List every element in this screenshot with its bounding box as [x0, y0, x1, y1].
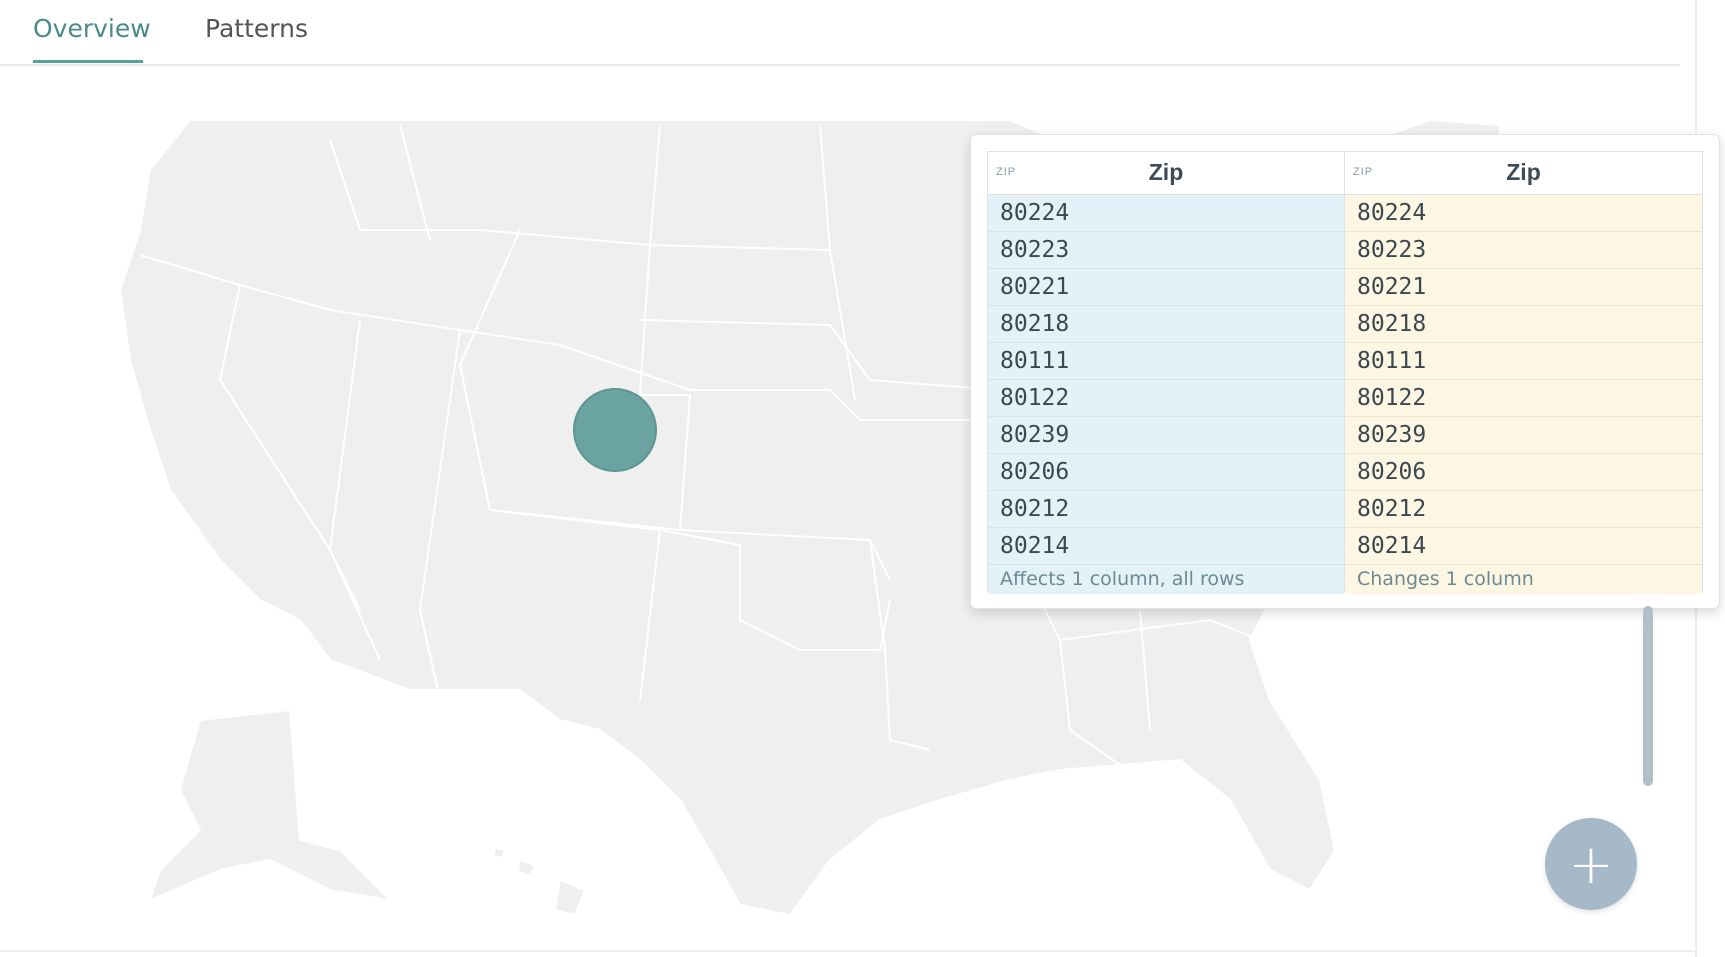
- table-row: 80224: [1345, 195, 1702, 232]
- table-row: 80221: [1345, 269, 1702, 306]
- hawaii-island-3: [492, 847, 506, 859]
- table-row: 80212: [1345, 491, 1702, 528]
- table-row: 80122: [1345, 380, 1702, 417]
- scrollbar[interactable]: [1643, 606, 1653, 786]
- table-row: 80212: [988, 491, 1344, 528]
- table-row: 80111: [988, 343, 1344, 380]
- column-title: Zip: [1148, 159, 1184, 185]
- hawaii-island-2: [517, 859, 536, 876]
- table-row: 80206: [988, 454, 1344, 491]
- after-column: ZIP Zip 80224 80223 80221 80218 80111 80122 80…: [1345, 152, 1702, 594]
- table-row: 80214: [1345, 528, 1702, 565]
- hawaii-island: [554, 879, 586, 916]
- table-row: 80224: [988, 195, 1344, 232]
- table-row: 80239: [1345, 417, 1702, 454]
- table-row: 80218: [988, 306, 1344, 343]
- column-title: Zip: [1506, 159, 1541, 185]
- table-row: 80223: [1345, 232, 1702, 269]
- table-row: 80218: [1345, 306, 1702, 343]
- location-marker[interactable]: [573, 388, 657, 472]
- after-footer: Changes 1 column: [1345, 565, 1702, 594]
- plus-icon: +: [1568, 832, 1614, 896]
- table-row: 80239: [988, 417, 1344, 454]
- preview-grid: ZIP Zip 80224 80223 80221 80218 80111 80122 80…: [987, 151, 1703, 594]
- add-button[interactable]: +: [1545, 818, 1637, 910]
- table-row: 80221: [988, 269, 1344, 306]
- table-row: 80111: [1345, 343, 1702, 380]
- table-row: 80206: [1345, 454, 1702, 491]
- before-footer: Affects 1 column, all rows: [988, 565, 1344, 594]
- before-column: ZIP Zip 80224 80223 80221 80218 80111 80122 80…: [988, 152, 1345, 594]
- after-column-header: ZIP Zip: [1345, 152, 1702, 195]
- table-row: 80214: [988, 528, 1344, 565]
- alaska-landmass: [149, 709, 391, 901]
- before-column-header: ZIP Zip: [988, 152, 1344, 195]
- table-row: 80223: [988, 232, 1344, 269]
- before-rows: 80224 80223 80221 80218 80111 80122 80239 80206…: [988, 195, 1344, 565]
- table-row: 80122: [988, 380, 1344, 417]
- after-rows: 80224 80223 80221 80218 80111 80122 80239 80206…: [1345, 195, 1702, 565]
- transform-preview-popup: ZIP Zip 80224 80223 80221 80218 80111 80122 80…: [970, 134, 1720, 609]
